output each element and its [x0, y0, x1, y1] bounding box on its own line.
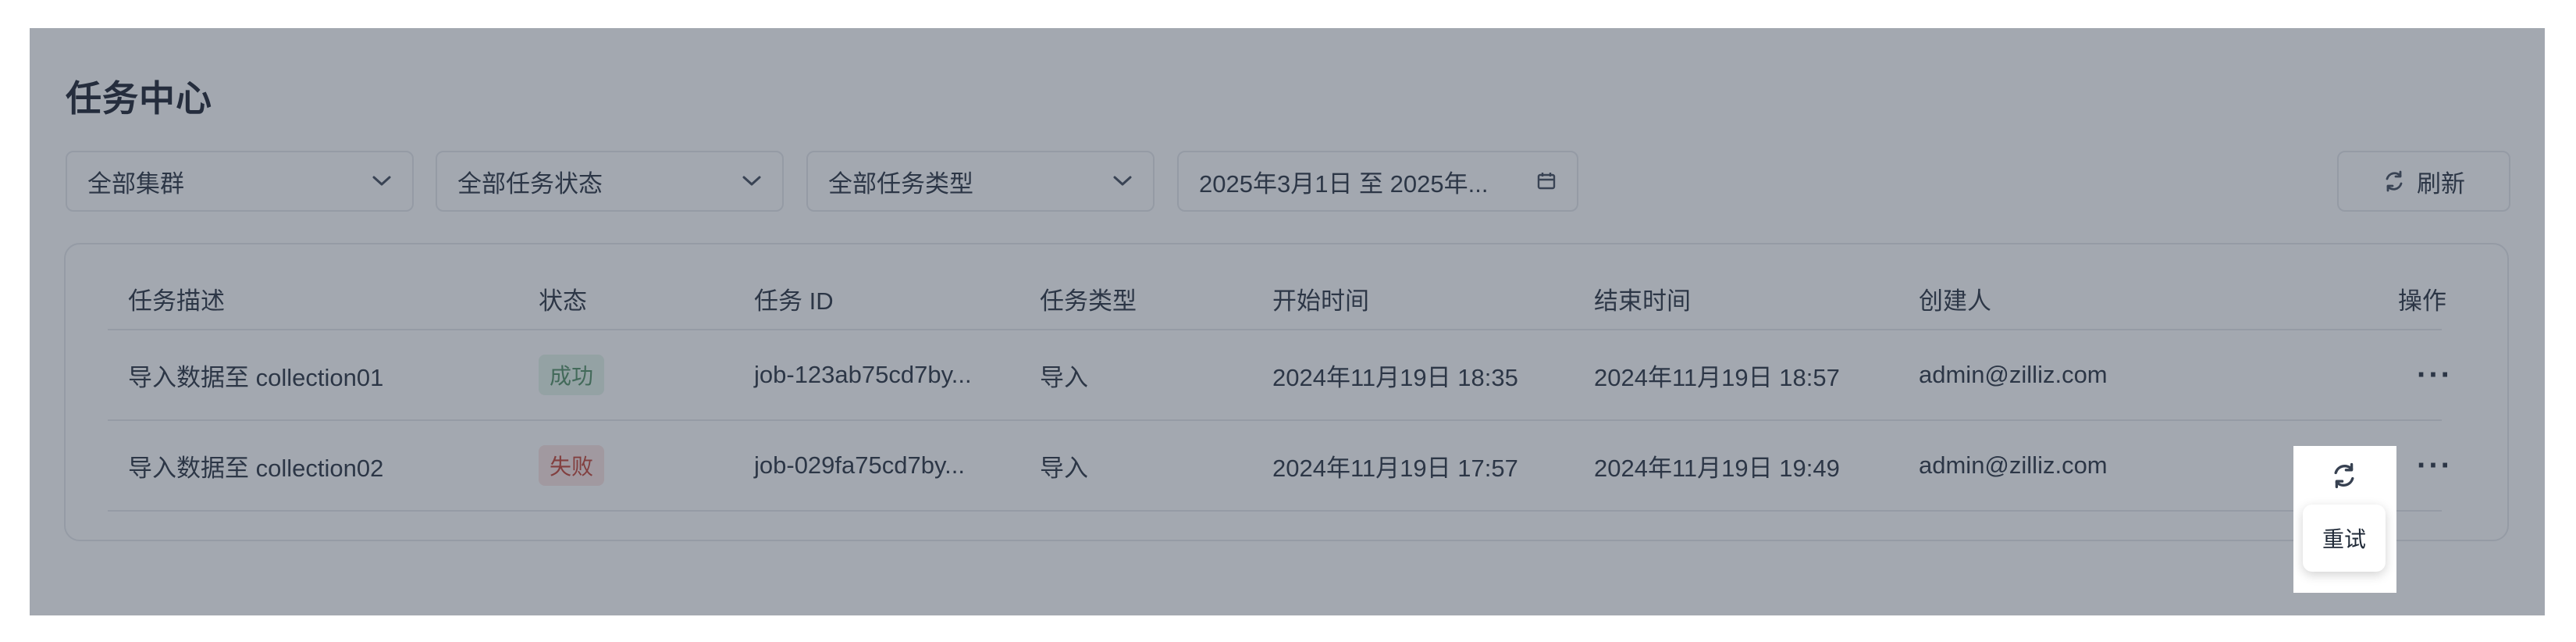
- retry-spotlight: 重试: [2293, 446, 2396, 593]
- task-center-page: 任务中心 全部集群 全部任务状态 全部任务类型 2025年3月1日 至 2025…: [30, 28, 2545, 615]
- retry-icon[interactable]: [2330, 462, 2358, 490]
- retry-tooltip: 重试: [2303, 505, 2386, 572]
- modal-dim-overlay: [30, 28, 2545, 615]
